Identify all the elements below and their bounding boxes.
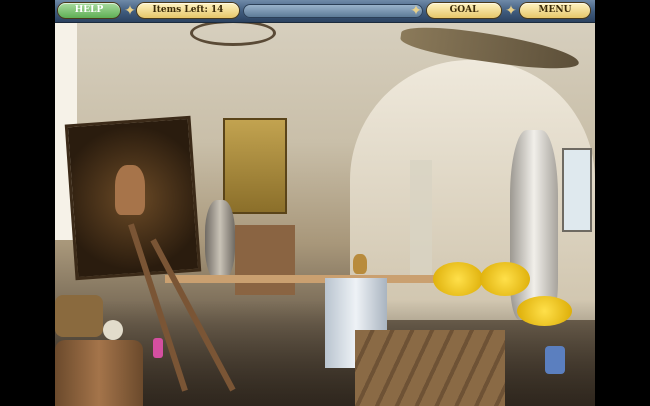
painted-figure bbox=[115, 165, 145, 215]
pink-potion[interactable] bbox=[153, 338, 163, 358]
blue-bottle[interactable] bbox=[545, 346, 565, 374]
yellow-flowers[interactable] bbox=[517, 296, 572, 326]
help-button[interactable]: HELP bbox=[58, 3, 120, 18]
knight-armor[interactable] bbox=[205, 200, 235, 280]
bookshelf[interactable] bbox=[235, 225, 295, 295]
skull[interactable] bbox=[103, 320, 123, 340]
yellow-flowers[interactable] bbox=[433, 262, 483, 296]
golden-vase[interactable] bbox=[353, 254, 367, 274]
ornament-icon: ✦ bbox=[505, 3, 517, 19]
chandelier-wheel[interactable] bbox=[190, 20, 276, 46]
right-window bbox=[562, 148, 592, 232]
barrel[interactable] bbox=[55, 340, 143, 406]
ornament-icon: ✦ bbox=[410, 3, 422, 19]
wooden-planks bbox=[355, 330, 505, 406]
hud-center-ornament bbox=[243, 4, 423, 18]
game-scene[interactable]: HELP ✦ Items Left: 14 ✦ ✦ GOAL ✦ MENU bbox=[55, 0, 595, 406]
menu-button[interactable]: MENU bbox=[520, 3, 590, 18]
hud-bar: HELP ✦ Items Left: 14 ✦ ✦ GOAL ✦ MENU bbox=[55, 0, 595, 23]
skeleton[interactable] bbox=[410, 160, 432, 280]
wall-tapestry[interactable] bbox=[223, 118, 287, 214]
goal-button[interactable]: GOAL bbox=[427, 3, 501, 18]
work-table bbox=[165, 275, 435, 283]
fruit-basket[interactable] bbox=[55, 295, 103, 337]
items-left-counter: Items Left: 14 bbox=[137, 3, 239, 18]
yellow-flowers[interactable] bbox=[480, 262, 530, 296]
